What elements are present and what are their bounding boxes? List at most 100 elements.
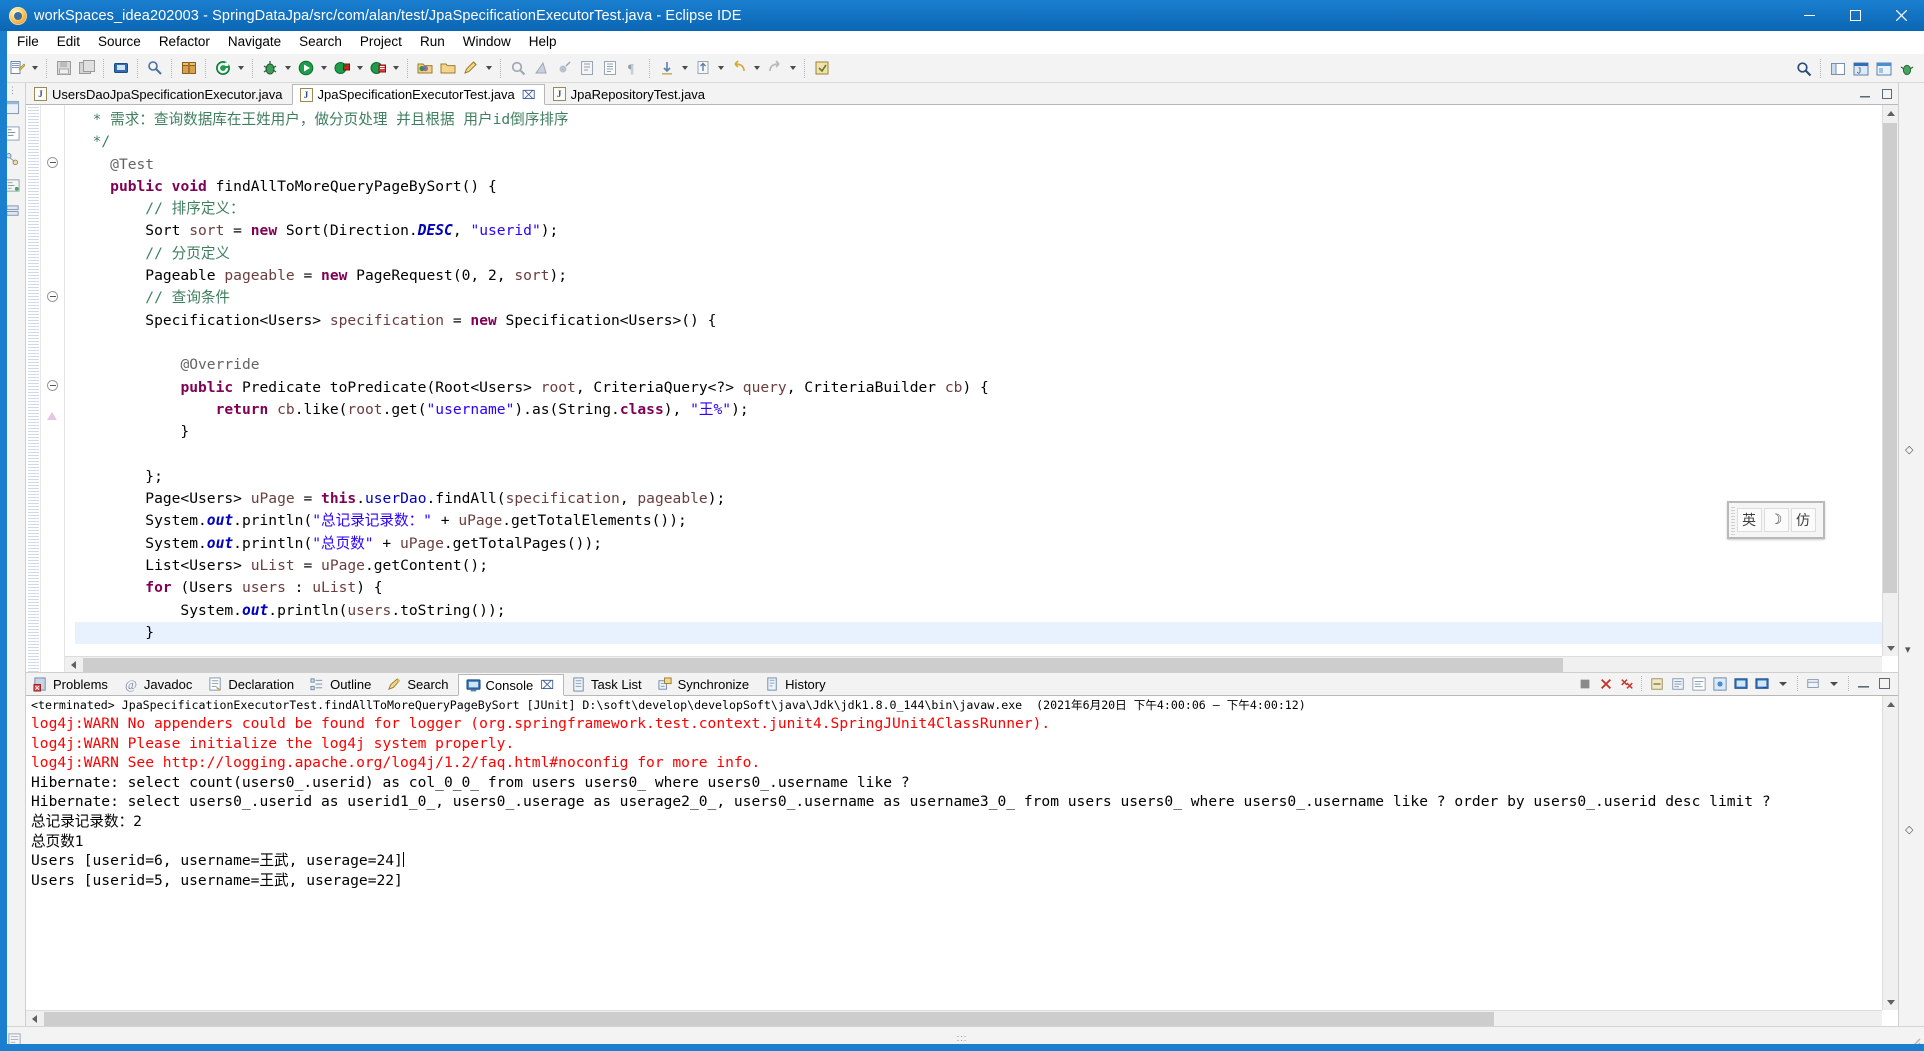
run-dropdown-arrow[interactable] <box>317 57 330 80</box>
tab-search[interactable]: Search <box>380 673 457 695</box>
forward-icon[interactable] <box>763 57 786 80</box>
minimize-icon[interactable] <box>1858 87 1872 101</box>
pin-console-icon[interactable] <box>1710 674 1729 693</box>
scroll-lock-icon[interactable] <box>1668 674 1687 693</box>
menu-help[interactable]: Help <box>520 32 566 52</box>
search-ref-icon[interactable] <box>506 57 529 80</box>
next-annotation-icon[interactable] <box>552 57 575 80</box>
external-tools-icon[interactable] <box>211 57 234 80</box>
menu-navigate[interactable]: Navigate <box>219 32 290 52</box>
open-task-icon[interactable] <box>575 57 598 80</box>
quick-access-search-icon[interactable] <box>1792 57 1815 80</box>
ime-shape-icon[interactable]: 仿 <box>1790 508 1816 532</box>
fold-collapse-icon[interactable] <box>47 380 58 391</box>
editor-horizontal-scrollbar[interactable] <box>65 656 1882 672</box>
scroll-left-arrow[interactable] <box>26 1011 42 1026</box>
console-vertical-scrollbar[interactable] <box>1882 696 1898 1010</box>
scroll-down-arrow[interactable] <box>1883 640 1898 656</box>
new-wizard-dropdown-arrow[interactable] <box>28 57 41 80</box>
view-menu-arrow[interactable] <box>1824 674 1843 693</box>
menu-window[interactable]: Window <box>454 32 520 52</box>
scroll-up-arrow[interactable] <box>1883 105 1898 121</box>
editor-tab-users-dao-jpa-specification-executor[interactable]: J UsersDaoJpaSpecificationExecutor.java <box>26 83 292 104</box>
tab-synchronize[interactable]: Synchronize <box>651 673 759 695</box>
display-selected-console-icon[interactable] <box>1731 674 1750 693</box>
clear-console-icon[interactable] <box>1647 674 1666 693</box>
save-icon[interactable] <box>52 57 75 80</box>
remove-launch-icon[interactable] <box>1596 674 1615 693</box>
console-text[interactable]: log4j:WARN No appenders could be found f… <box>26 714 1898 890</box>
back-icon[interactable] <box>727 57 750 80</box>
code-viewport[interactable]: * 需求：查询数据库在王姓用户，做分页处理 并且根据 用户id倒序排序 */ @… <box>65 105 1898 672</box>
pilcrow-icon[interactable]: ¶ <box>621 57 644 80</box>
fold-collapse-icon[interactable] <box>47 157 58 168</box>
minimize-icon[interactable] <box>1854 674 1873 693</box>
save-all-icon[interactable] <box>75 57 98 80</box>
java-editor[interactable]: * 需求：查询数据库在王姓用户，做分页处理 并且根据 用户id倒序排序 */ @… <box>26 105 1898 673</box>
maximize-icon[interactable] <box>1880 87 1894 101</box>
perspective-javaee-icon[interactable] <box>1872 57 1895 80</box>
new-annotation-icon[interactable] <box>459 57 482 80</box>
new-wizard-icon[interactable] <box>5 57 28 80</box>
console-tab-close-icon[interactable]: ⌧ <box>540 678 554 692</box>
ime-moon-icon[interactable]: ☽ <box>1763 508 1789 532</box>
open-console-icon[interactable] <box>1752 674 1771 693</box>
run-icon[interactable] <box>294 57 317 80</box>
debug-dropdown-arrow[interactable] <box>281 57 294 80</box>
pin-editor-icon[interactable] <box>810 57 833 80</box>
scroll-down-arrow[interactable] <box>1883 994 1898 1010</box>
ime-mode-english[interactable]: 英 <box>1736 508 1762 532</box>
external-tools-dropdown-arrow[interactable] <box>234 57 247 80</box>
prev-edit-icon[interactable] <box>691 57 714 80</box>
open-perspective-icon[interactable] <box>1826 57 1849 80</box>
editor-vertical-scroll-thumb[interactable] <box>1883 123 1897 593</box>
menu-source[interactable]: Source <box>89 32 150 52</box>
menu-run[interactable]: Run <box>411 32 454 52</box>
editor-tab-close-icon[interactable]: ⌧ <box>522 88 536 102</box>
scroll-left-arrow[interactable] <box>65 657 81 672</box>
console-horizontal-scroll-thumb[interactable] <box>44 1012 1494 1026</box>
tab-outline[interactable]: Outline <box>303 673 380 695</box>
editor-horizontal-scroll-thumb[interactable] <box>83 658 1563 672</box>
menu-project[interactable]: Project <box>351 32 411 52</box>
annotation-ruler[interactable] <box>26 105 41 672</box>
menu-search[interactable]: Search <box>290 32 351 52</box>
maximize-button[interactable] <box>1832 0 1878 31</box>
terminate-icon[interactable] <box>1575 674 1594 693</box>
menu-edit[interactable]: Edit <box>48 32 89 52</box>
profile-icon[interactable] <box>366 57 389 80</box>
package-icon[interactable] <box>177 57 200 80</box>
ime-drag-grip[interactable] <box>1731 505 1735 535</box>
view-menu-icon[interactable] <box>1803 674 1822 693</box>
ime-language-bar[interactable]: 英 ☽ 仿 <box>1727 501 1825 539</box>
next-edit-icon[interactable] <box>655 57 678 80</box>
close-button[interactable] <box>1878 0 1924 31</box>
minimize-button[interactable] <box>1786 0 1832 31</box>
maximize-icon[interactable] <box>1875 674 1894 693</box>
scroll-up-arrow[interactable] <box>1883 696 1898 712</box>
profile-dropdown-arrow[interactable] <box>389 57 402 80</box>
back-dropdown-arrow[interactable] <box>750 57 763 80</box>
tab-history[interactable]: History <box>758 673 834 695</box>
console-output[interactable]: <terminated> JpaSpecificationExecutorTes… <box>26 696 1898 1026</box>
editor-tab-jpa-specification-executor-test[interactable]: J JpaSpecificationExecutorTest.java ⌧ <box>291 84 545 105</box>
tab-console[interactable]: Console ⌧ <box>457 674 565 696</box>
tab-declaration[interactable]: Declaration <box>201 673 303 695</box>
console-horizontal-scrollbar[interactable] <box>26 1010 1882 1026</box>
editor-tab-jpa-repository-test[interactable]: J JpaRepositoryTest.java <box>544 83 715 104</box>
coverage-dropdown-arrow[interactable] <box>353 57 366 80</box>
tab-javadoc[interactable]: @ Javadoc <box>117 673 201 695</box>
new-java-package-icon[interactable] <box>413 57 436 80</box>
new-java-class-icon[interactable] <box>436 57 459 80</box>
menu-file[interactable]: File <box>8 32 48 52</box>
editor-vertical-scrollbar[interactable] <box>1882 105 1898 656</box>
perspective-java-icon[interactable]: J <box>1849 57 1872 80</box>
folding-ruler[interactable] <box>41 105 65 672</box>
next-edit-dropdown-arrow[interactable] <box>678 57 691 80</box>
print-icon[interactable] <box>109 57 132 80</box>
console-dropdown-arrow[interactable] <box>1773 674 1792 693</box>
remove-all-terminated-icon[interactable] <box>1617 674 1636 693</box>
open-type-icon[interactable] <box>598 57 621 80</box>
debug-icon[interactable] <box>258 57 281 80</box>
coverage-icon[interactable] <box>330 57 353 80</box>
